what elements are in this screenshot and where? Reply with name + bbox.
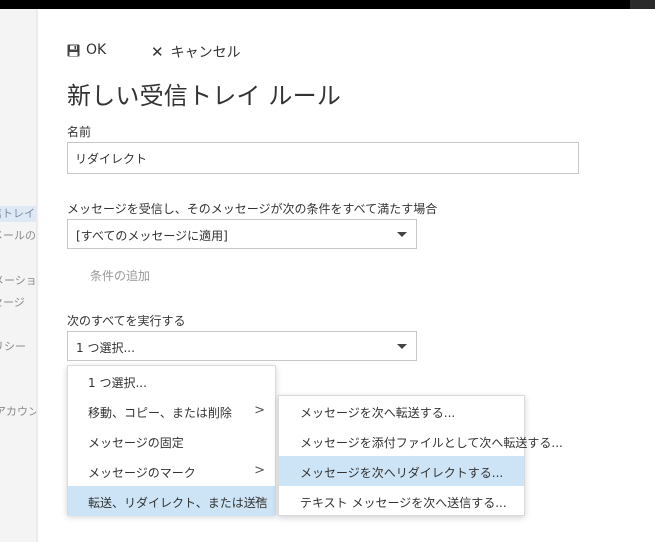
chevron-down-icon bbox=[397, 344, 407, 349]
action-menu-item-select-one[interactable]: 1 つ選択... bbox=[68, 366, 275, 396]
name-label: 名前 bbox=[67, 125, 92, 139]
submenu-item-redirect[interactable]: メッセージを次へリダイレクトする... bbox=[279, 456, 524, 486]
name-input[interactable] bbox=[67, 142, 579, 174]
action-dropdown-value: 1 つ選択... bbox=[76, 341, 135, 355]
left-nav-item-inbox-rules[interactable]: 受信トレイの処理ルール bbox=[0, 206, 36, 222]
ok-button[interactable]: OK bbox=[67, 42, 106, 58]
top-bar-right-segment bbox=[630, 0, 655, 9]
left-nav-item-automation[interactable]: オートメーション bbox=[0, 273, 36, 289]
top-bar bbox=[0, 0, 655, 9]
menu-item-label: メッセージを次へリダイレクトする... bbox=[300, 466, 504, 480]
action-menu: 1 つ選択... 移動、コピー、または削除 > メッセージの固定 メッセージのマ… bbox=[67, 365, 276, 516]
forward-submenu: メッセージを次へ転送する... メッセージを添付ファイルとして次へ転送する...… bbox=[278, 395, 563, 516]
left-nav-item-message[interactable]: メッセージ bbox=[0, 295, 25, 311]
action-menu-item-forward-redirect-send[interactable]: 転送、リダイレクト、または送信 > bbox=[68, 486, 275, 516]
menu-item-label: メッセージを添付ファイルとして次へ転送する... bbox=[300, 436, 563, 450]
chevron-down-icon bbox=[397, 232, 407, 237]
condition-dropdown[interactable]: [すべてのメッセージに適用] bbox=[67, 219, 417, 249]
close-icon: ✕ bbox=[151, 42, 164, 61]
menu-item-label: 移動、コピー、または削除 bbox=[88, 406, 232, 420]
condition-dropdown-value: [すべてのメッセージに適用] bbox=[76, 229, 228, 243]
menu-item-label: メッセージのマーク bbox=[88, 466, 196, 480]
page-title: 新しい受信トレイ ルール bbox=[67, 82, 342, 110]
left-nav-item-junk-report[interactable]: 迷惑メールの報告 bbox=[0, 228, 36, 244]
submenu-item-send-text-message[interactable]: テキスト メッセージを次へ送信する... bbox=[279, 486, 524, 516]
submenu-item-forward[interactable]: メッセージを次へ転送する... bbox=[279, 396, 524, 426]
menu-item-label: テキスト メッセージを次へ送信する... bbox=[300, 496, 507, 510]
save-icon bbox=[67, 44, 80, 56]
left-nav-panel: 受信トレイの処理ルール 迷惑メールの報告 オートメーション メッセージ ポリシー… bbox=[0, 9, 36, 542]
chevron-right-icon: > bbox=[254, 493, 265, 508]
action-menu-item-mark-message[interactable]: メッセージのマーク > bbox=[68, 456, 275, 486]
menu-item-label: 転送、リダイレクト、または送信 bbox=[88, 496, 268, 510]
cancel-label: キャンセル bbox=[170, 45, 241, 61]
chevron-right-icon: > bbox=[254, 403, 265, 418]
panel-shadow bbox=[36, 9, 39, 542]
action-dropdown[interactable]: 1 つ選択... bbox=[67, 331, 417, 361]
add-condition-link[interactable]: 条件の追加 bbox=[90, 267, 150, 284]
ok-label: OK bbox=[86, 42, 107, 58]
left-nav-item-connected-accounts[interactable]: 接続されたアカウント bbox=[0, 404, 36, 420]
action-menu-item-move-copy-delete[interactable]: 移動、コピー、または削除 > bbox=[68, 396, 275, 426]
cancel-button[interactable]: ✕ キャンセル bbox=[151, 42, 241, 62]
chevron-right-icon: > bbox=[254, 463, 265, 478]
menu-item-label: 1 つ選択... bbox=[88, 376, 147, 390]
menu-item-label: メッセージの固定 bbox=[88, 436, 184, 450]
left-nav-item-policy[interactable]: ポリシー bbox=[0, 339, 26, 355]
condition-label: メッセージを受信し、そのメッセージが次の条件をすべて満たす場合 bbox=[67, 202, 438, 216]
action-label: 次のすべてを実行する bbox=[67, 314, 186, 328]
menu-item-label: メッセージを次へ転送する... bbox=[300, 406, 456, 420]
submenu-item-forward-as-attachment[interactable]: メッセージを添付ファイルとして次へ転送する... bbox=[279, 426, 563, 456]
action-menu-item-pin-message[interactable]: メッセージの固定 bbox=[68, 426, 275, 456]
